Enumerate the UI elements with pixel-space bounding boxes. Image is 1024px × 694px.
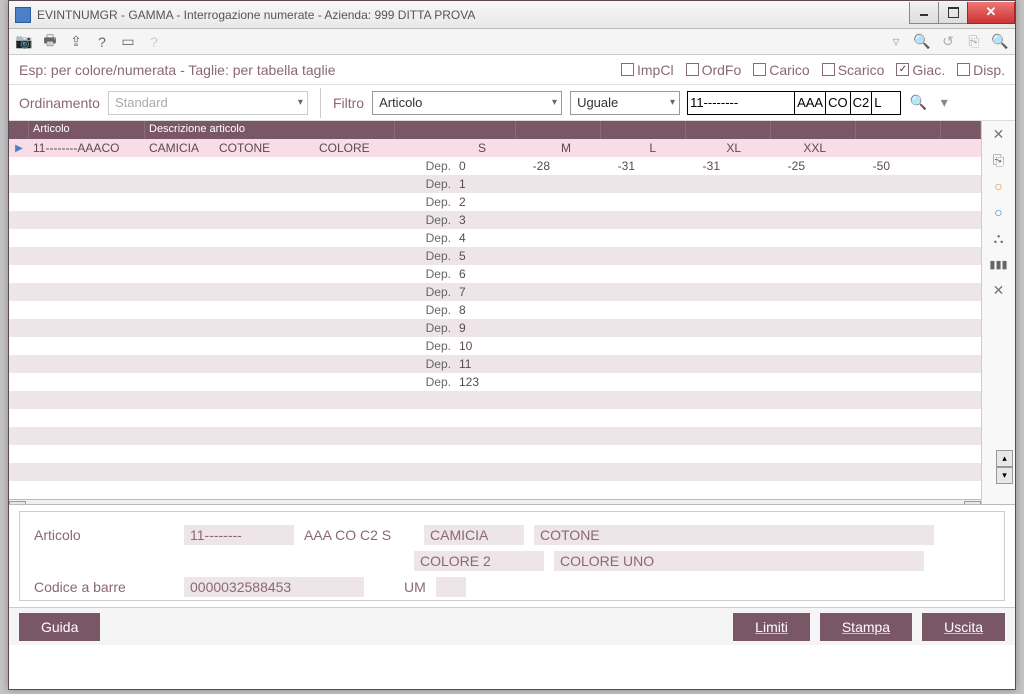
- filtro-field-dropdown[interactable]: Articolo: [372, 91, 562, 115]
- grid-row-dep[interactable]: Dep.5: [9, 247, 981, 265]
- grid-row-empty: [9, 445, 981, 463]
- check-giac[interactable]: Giac.: [896, 62, 945, 78]
- check-impcl[interactable]: ImpCl: [621, 62, 674, 78]
- copy-icon[interactable]: ⎘: [965, 33, 983, 51]
- detail-panel: Articolo 11-------- AAA CO C2 S CAMICIA …: [19, 511, 1005, 601]
- detail-art1: 11--------: [184, 525, 294, 545]
- guida-button[interactable]: Guida: [19, 613, 100, 641]
- help-icon[interactable]: ?: [93, 33, 111, 51]
- barcode-icon[interactable]: ▮▮▮: [990, 255, 1008, 273]
- search2-icon[interactable]: 🔍: [991, 33, 1009, 51]
- app-window: EVINTNUMGR - GAMMA - Interrogazione nume…: [8, 0, 1016, 690]
- window-title: EVINTNUMGR - GAMMA - Interrogazione nume…: [37, 8, 910, 22]
- grid-row-dep[interactable]: Dep.3: [9, 211, 981, 229]
- detail-color1: COLORE 2: [414, 551, 544, 571]
- maximize-button[interactable]: [938, 2, 968, 24]
- help2-icon: ?: [145, 33, 163, 51]
- grid-header: Articolo Descrizione articolo: [9, 121, 981, 139]
- row-selector-icon: ▶: [9, 143, 29, 154]
- detail-art2: AAA CO C2 S: [304, 527, 404, 543]
- footer: Guida Limiti Stampa Uscita: [9, 607, 1015, 645]
- check-group: ImpCl OrdFo Carico Scarico Giac. Disp.: [621, 62, 1005, 78]
- toolbar: 📷 🖶 ⇪ ? ▭ ? ▿ 🔍 ↺ ⎘ 🔍: [9, 29, 1015, 55]
- circle-blue-icon[interactable]: ○: [990, 203, 1008, 221]
- stampa-button[interactable]: Stampa: [820, 613, 912, 641]
- grid-main: Articolo Descrizione articolo ▶ 11------…: [9, 121, 981, 504]
- filter-menu-icon[interactable]: ▾: [935, 94, 953, 112]
- grid-side-toolbar: ✕ ⎘ ○ ○ ⛬ ▮▮▮ ✕ ▴ ▾: [981, 121, 1015, 504]
- horizontal-scrollbar[interactable]: ◂ ▸: [9, 499, 981, 504]
- grid-area: Articolo Descrizione articolo ▶ 11------…: [9, 121, 1015, 505]
- info-text: Esp: per colore/numerata - Taglie: per t…: [19, 62, 335, 78]
- grid-row-empty: [9, 409, 981, 427]
- camera-icon[interactable]: 📷: [15, 33, 33, 51]
- print-icon[interactable]: 🖶: [41, 33, 59, 51]
- grid-row-dep[interactable]: Dep.0-28-31-31-25-50: [9, 157, 981, 175]
- grid-body: ▶ 11--------AAACO CAMICIA COTONE COLORE …: [9, 139, 981, 499]
- detail-desc2: COTONE: [534, 525, 934, 545]
- detail-barcode: 0000032588453: [184, 577, 364, 597]
- grid-row-dep[interactable]: Dep.8: [9, 301, 981, 319]
- minimize-button[interactable]: [909, 2, 939, 24]
- uscita-button[interactable]: Uscita: [922, 613, 1005, 641]
- ordinamento-dropdown[interactable]: Standard: [108, 91, 308, 115]
- grid-row-dep[interactable]: Dep.9: [9, 319, 981, 337]
- col-articolo[interactable]: Articolo: [29, 121, 145, 139]
- grid-row-empty: [9, 481, 981, 499]
- grid-row-empty: [9, 391, 981, 409]
- scroll-left-icon[interactable]: ◂: [9, 501, 26, 505]
- hierarchy-icon[interactable]: ⛬: [990, 229, 1008, 247]
- grid-row-dep[interactable]: Dep.2: [9, 193, 981, 211]
- filtro-label: Filtro: [333, 95, 364, 111]
- grid-row-article[interactable]: ▶ 11--------AAACO CAMICIA COTONE COLORE …: [9, 139, 981, 157]
- search-filter-icon[interactable]: 🔍: [909, 94, 927, 112]
- shuffle-icon[interactable]: ✕: [990, 125, 1008, 143]
- grid-row-dep[interactable]: Dep.1: [9, 175, 981, 193]
- scroll-down-icon[interactable]: ▾: [996, 467, 1013, 484]
- ordinamento-label: Ordinamento: [19, 95, 100, 111]
- export-icon[interactable]: ⎘: [990, 151, 1008, 169]
- scroll-up-icon[interactable]: ▴: [996, 450, 1013, 467]
- filtro-value-input[interactable]: 11-------- AAA CO C2 L: [688, 91, 901, 115]
- grid-row-dep[interactable]: Dep.10: [9, 337, 981, 355]
- info-row: Esp: per colore/numerata - Taglie: per t…: [9, 55, 1015, 85]
- search-icon[interactable]: 🔍: [913, 33, 931, 51]
- detail-articolo-label: Articolo: [34, 527, 174, 543]
- grid-row-empty: [9, 463, 981, 481]
- detail-desc1: CAMICIA: [424, 525, 524, 545]
- filter-down-icon[interactable]: ▿: [887, 33, 905, 51]
- check-scarico[interactable]: Scarico: [822, 62, 885, 78]
- shuffle2-icon[interactable]: ✕: [990, 281, 1008, 299]
- detail-um-value: [436, 577, 466, 597]
- detail-barcode-label: Codice a barre: [34, 579, 174, 595]
- grid-row-dep[interactable]: Dep.7: [9, 283, 981, 301]
- check-disp[interactable]: Disp.: [957, 62, 1005, 78]
- scroll-right-icon[interactable]: ▸: [964, 501, 981, 505]
- grid-row-empty: [9, 427, 981, 445]
- check-ordfo[interactable]: OrdFo: [686, 62, 742, 78]
- col-descrizione[interactable]: Descrizione articolo: [145, 121, 395, 139]
- detail-color2: COLORE UNO: [554, 551, 924, 571]
- grid-row-dep[interactable]: Dep.4: [9, 229, 981, 247]
- limiti-button[interactable]: Limiti: [733, 613, 810, 641]
- app-icon: [15, 7, 31, 23]
- grid-row-dep[interactable]: Dep.11: [9, 355, 981, 373]
- filtro-op-dropdown[interactable]: Uguale: [570, 91, 680, 115]
- detail-um-label: UM: [404, 579, 426, 595]
- titlebar: EVINTNUMGR - GAMMA - Interrogazione nume…: [9, 1, 1015, 29]
- undo-icon[interactable]: ↺: [939, 33, 957, 51]
- grid-row-dep[interactable]: Dep.6: [9, 265, 981, 283]
- filter-row: Ordinamento Standard Filtro Articolo Ugu…: [9, 85, 1015, 121]
- grid-row-dep[interactable]: Dep.123: [9, 373, 981, 391]
- close-button[interactable]: [967, 2, 1015, 24]
- vertical-scrollbar[interactable]: ▴ ▾: [996, 450, 1013, 484]
- upload-icon[interactable]: ⇪: [67, 33, 85, 51]
- check-carico[interactable]: Carico: [753, 62, 809, 78]
- circle-orange-icon[interactable]: ○: [990, 177, 1008, 195]
- folder-icon[interactable]: ▭: [119, 33, 137, 51]
